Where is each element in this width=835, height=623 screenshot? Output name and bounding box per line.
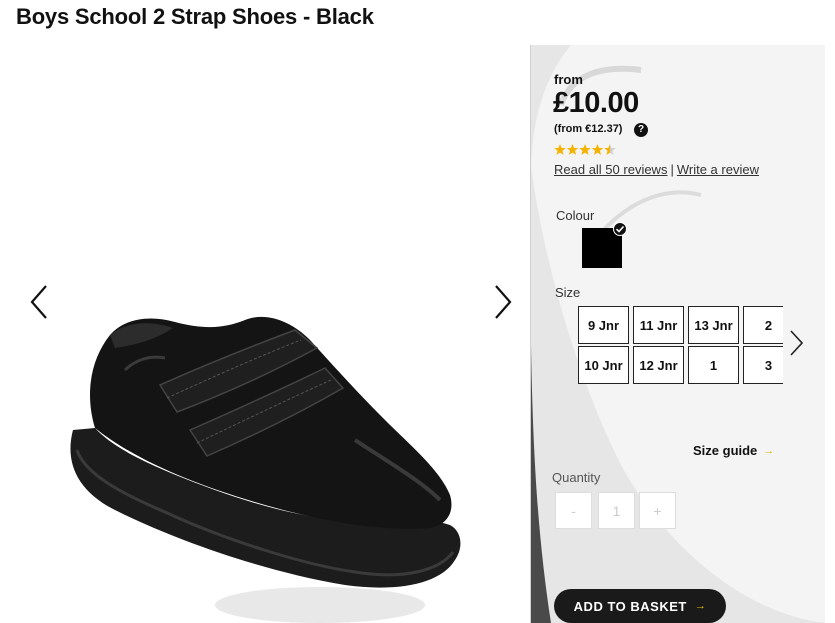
quantity-label: Quantity bbox=[552, 470, 601, 485]
product-title: Boys School 2 Strap Shoes - Black bbox=[16, 4, 374, 29]
quantity-increase-button[interactable]: + bbox=[639, 492, 676, 529]
star-icon bbox=[554, 144, 566, 155]
reviews-separator: | bbox=[670, 162, 674, 177]
size-option[interactable]: 10 Jnr bbox=[578, 346, 629, 384]
shoe-image bbox=[70, 316, 461, 623]
gallery-next-button[interactable] bbox=[486, 282, 516, 322]
star-rating bbox=[554, 144, 616, 155]
price: £10.00 bbox=[553, 87, 639, 119]
write-review-link[interactable]: Write a review bbox=[677, 162, 759, 177]
size-guide-label: Size guide bbox=[693, 443, 758, 458]
chevron-left-icon bbox=[30, 285, 47, 319]
size-option[interactable]: 13 Jnr bbox=[688, 306, 739, 344]
arrow-right-icon: → bbox=[694, 600, 707, 612]
star-icon bbox=[566, 144, 579, 155]
product-gallery bbox=[0, 40, 530, 623]
product-info-panel: from £10.00 (from €12.37) ? Read all 50 … bbox=[530, 45, 825, 623]
size-grid: 9 Jnr 11 Jnr 13 Jnr 2 10 Jnr 12 Jnr 1 3 bbox=[578, 306, 783, 385]
star-icon bbox=[579, 144, 591, 155]
quantity-input[interactable]: 1 bbox=[598, 492, 635, 529]
page-edge bbox=[825, 45, 835, 623]
quantity-decrease-button[interactable]: - bbox=[555, 492, 592, 529]
reviews-links: Read all 50 reviews | Write a review bbox=[554, 162, 759, 177]
size-option[interactable]: 12 Jnr bbox=[633, 346, 684, 384]
arrow-right-icon: → bbox=[763, 444, 775, 457]
add-to-basket-label: ADD TO BASKET bbox=[573, 598, 687, 614]
star-icon bbox=[591, 144, 604, 155]
size-next-button[interactable] bbox=[787, 328, 805, 358]
chevron-right-icon bbox=[495, 285, 512, 319]
chevron-right-icon bbox=[790, 330, 804, 356]
size-guide-link[interactable]: Size guide → bbox=[693, 443, 774, 458]
size-option[interactable]: 2 bbox=[743, 306, 783, 344]
colour-label: Colour bbox=[556, 208, 595, 223]
size-label: Size bbox=[555, 285, 581, 300]
add-to-basket-button[interactable]: ADD TO BASKET → bbox=[554, 589, 726, 623]
size-option[interactable]: 1 bbox=[688, 346, 739, 384]
price-from-label: from bbox=[554, 72, 583, 87]
size-option[interactable]: 11 Jnr bbox=[633, 306, 684, 344]
euro-price: (from €12.37) bbox=[554, 123, 623, 135]
star-icon bbox=[604, 144, 616, 155]
read-reviews-link[interactable]: Read all 50 reviews bbox=[554, 162, 667, 177]
help-icon[interactable]: ? bbox=[634, 123, 648, 137]
gallery-prev-button[interactable] bbox=[26, 282, 56, 322]
size-option[interactable]: 3 bbox=[743, 346, 783, 384]
size-option[interactable]: 9 Jnr bbox=[578, 306, 629, 344]
checkmark-icon bbox=[613, 222, 627, 236]
